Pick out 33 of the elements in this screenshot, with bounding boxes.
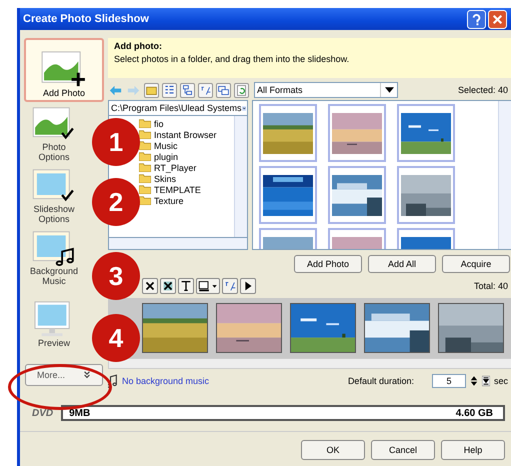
sidebar-item[interactable]: Slideshow Options <box>28 168 80 226</box>
folder-item[interactable]: Music <box>139 140 234 151</box>
sidebar-item[interactable]: Preview <box>28 292 80 350</box>
unit-label: sec <box>494 376 509 386</box>
action-button[interactable]: Acquire <box>442 255 510 273</box>
sidebar-item[interactable]: Background Music <box>28 230 80 288</box>
duration-label: Default duration: <box>348 376 414 386</box>
dialog-button[interactable]: OK <box>301 440 365 460</box>
action-button[interactable]: Add Photo <box>294 255 362 273</box>
disc-type-label: DVD <box>32 408 54 418</box>
folder-item[interactable]: TEMPLATE <box>139 184 234 195</box>
instruction-text: Select photos in a folder, and drag them into the slideshow. <box>114 54 350 64</box>
path-dropdown[interactable]: C:\Program Files\Ulead Systems <box>108 100 248 116</box>
folder-item[interactable]: Instant Browser <box>139 129 234 140</box>
used-size: 9MB <box>69 408 90 418</box>
folder-item[interactable]: fio <box>139 118 234 129</box>
dialog-button[interactable]: Help <box>441 440 505 460</box>
capacity-label: 4.60 GB <box>456 408 493 418</box>
dialog-button[interactable]: Cancel <box>371 440 435 460</box>
sidebar-item[interactable]: Add Photo <box>24 38 104 102</box>
action-button[interactable]: Add All <box>368 255 436 273</box>
folder-item[interactable]: plugin <box>139 151 234 162</box>
folder-item[interactable]: RT_Player <box>139 162 234 173</box>
window-title: Create Photo Slideshow <box>23 13 150 25</box>
folder-item[interactable]: Skins <box>139 173 234 184</box>
duration-field[interactable]: 5 <box>432 374 466 388</box>
selected-count: Selected: 40 <box>458 85 509 95</box>
format-dropdown[interactable]: All Formats <box>254 82 398 98</box>
instruction-title: Add photo: <box>114 41 163 51</box>
music-link[interactable]: No background music <box>122 376 210 386</box>
folder-item[interactable]: Texture <box>139 195 234 206</box>
total-count: Total: 40 <box>474 281 509 291</box>
sidebar-item[interactable]: Photo Options <box>28 106 80 164</box>
